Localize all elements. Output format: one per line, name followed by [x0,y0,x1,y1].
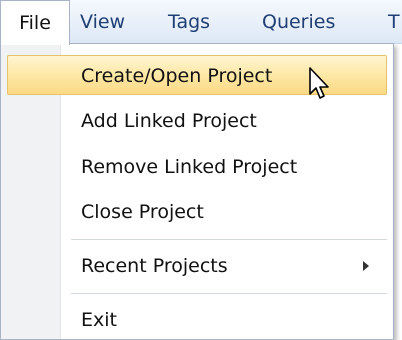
file-dropdown-menu: Create/Open Project Add Linked Project R… [0,43,394,340]
menu-item-close-project[interactable]: Close Project [7,192,387,232]
menu-view[interactable]: View [80,0,125,44]
menu-tags[interactable]: Tags [168,0,210,44]
menu-item-add-linked-project[interactable]: Add Linked Project [7,101,387,141]
menu-item-label: Create/Open Project [81,65,273,87]
menu-bar: File View Tags Queries T [0,0,402,45]
menu-item-label: Remove Linked Project [81,156,298,178]
chevron-right-icon [363,261,369,271]
menu-file[interactable]: File [0,0,70,45]
menu-truncated[interactable]: T [388,0,400,44]
menu-item-exit[interactable]: Exit [7,300,387,340]
menu-separator [71,293,387,294]
menu-separator [71,239,387,240]
menu-item-recent-projects[interactable]: Recent Projects [7,246,387,286]
menu-item-label: Recent Projects [81,255,228,277]
menu-item-remove-linked-project[interactable]: Remove Linked Project [7,147,387,187]
menu-queries[interactable]: Queries [262,0,335,44]
application-window: File View Tags Queries T Create/Open Pro… [0,0,402,340]
mouse-pointer-icon [309,67,329,99]
menu-item-label: Close Project [81,201,204,223]
menu-item-label: Add Linked Project [81,110,257,132]
menu-item-label: Exit [81,309,117,331]
